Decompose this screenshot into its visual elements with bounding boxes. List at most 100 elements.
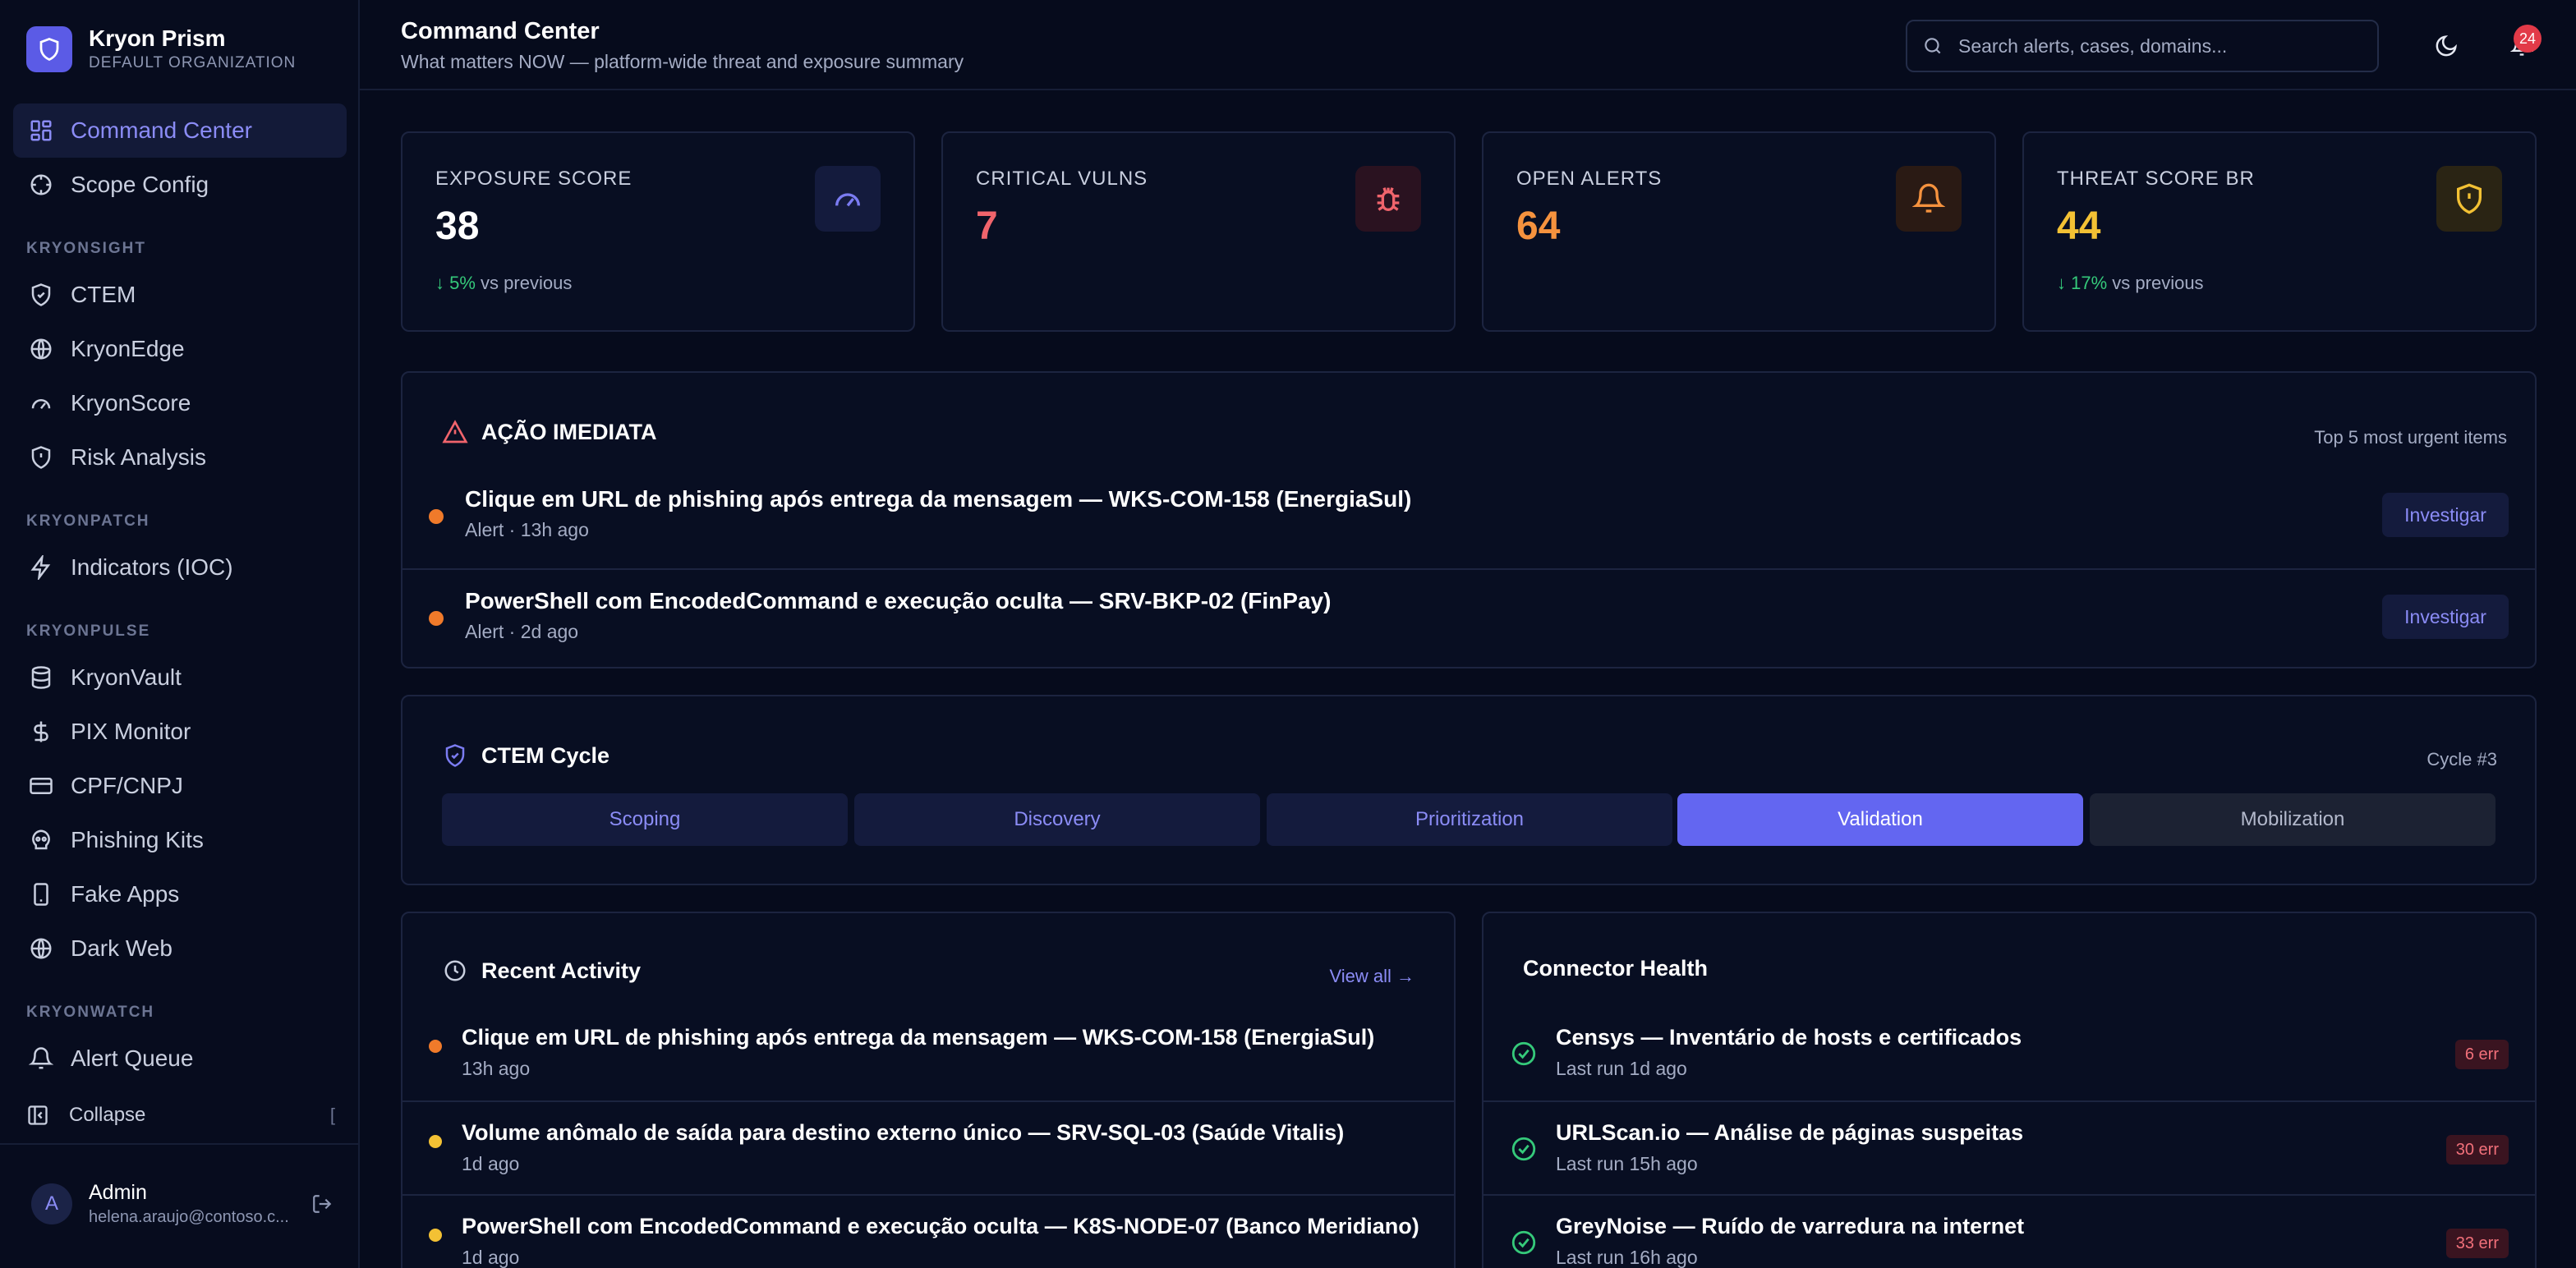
activity-item[interactable]: PowerShell com EncodedCommand e execução… bbox=[402, 1194, 1454, 1268]
topbar: Command Center What matters NOW — platfo… bbox=[360, 0, 2576, 90]
severity-dot bbox=[429, 1135, 442, 1148]
dollar-icon bbox=[26, 717, 56, 747]
kpi-label: THREAT SCORE BR bbox=[2057, 168, 2255, 190]
sidebar-item-label: Indicators (IOC) bbox=[71, 554, 233, 580]
activity-title: Recent Activity bbox=[440, 956, 641, 985]
page-subtitle: What matters NOW — platform-wide threat … bbox=[401, 51, 964, 72]
panel-collapse-icon bbox=[26, 1102, 53, 1128]
sidebar-item-fake-apps[interactable]: Fake Apps bbox=[13, 867, 347, 921]
grid-icon bbox=[26, 116, 56, 145]
kpi-card-threat-score[interactable]: THREAT SCORE BR 44 ↓ 17% vs previous bbox=[2022, 131, 2537, 332]
main-content: Command Center What matters NOW — platfo… bbox=[360, 0, 2576, 1268]
globe-icon bbox=[26, 334, 56, 364]
sidebar-item-dark-web[interactable]: Dark Web bbox=[13, 921, 347, 976]
activity-item-time: 13h ago bbox=[462, 1058, 531, 1079]
phase-discovery[interactable]: Discovery bbox=[854, 793, 1260, 846]
sidebar-item-scope-config[interactable]: Scope Config bbox=[13, 158, 347, 212]
list-item[interactable]: PowerShell com EncodedCommand e execução… bbox=[402, 568, 2535, 668]
connector-title: Connector Health bbox=[1523, 956, 1709, 981]
urgent-subtitle: Top 5 most urgent items bbox=[2314, 427, 2507, 448]
bell-icon bbox=[26, 1044, 56, 1073]
activity-item[interactable]: Volume anômalo de saída para destino ext… bbox=[402, 1100, 1454, 1194]
kpi-card-open-alerts[interactable]: OPEN ALERTS 64 bbox=[1482, 131, 1996, 332]
user-profile: A Admin helena.araujo@contoso.c... bbox=[31, 1179, 335, 1229]
connector-last-run: Last run 15h ago bbox=[1556, 1153, 1698, 1174]
connector-item[interactable]: URLScan.io — Análise de páginas suspeita… bbox=[1484, 1100, 2535, 1194]
connector-item[interactable]: GreyNoise — Ruído de varredura na intern… bbox=[1484, 1194, 2535, 1268]
sidebar-item-risk-analysis[interactable]: Risk Analysis bbox=[13, 430, 347, 485]
connector-health-card: Connector Health Censys — Inventário de … bbox=[1482, 912, 2537, 1268]
alert-triangle-icon bbox=[440, 417, 470, 447]
collapse-button[interactable]: Collapse [ bbox=[26, 1099, 335, 1132]
sidebar-item-kryonscore[interactable]: KryonScore bbox=[13, 376, 347, 430]
severity-dot bbox=[429, 1040, 442, 1053]
phase-validation[interactable]: Validation bbox=[1677, 793, 2083, 846]
bug-icon bbox=[1355, 166, 1421, 232]
kpi-card-exposure[interactable]: EXPOSURE SCORE 38 ↓ 5% vs previous bbox=[401, 131, 915, 332]
activity-item-title: Volume anômalo de saída para destino ext… bbox=[462, 1120, 1345, 1145]
sidebar-item-label: KryonEdge bbox=[71, 336, 185, 361]
sidebar-item-kryonvault[interactable]: KryonVault bbox=[13, 650, 347, 705]
sidebar-item-label: Command Center bbox=[71, 117, 252, 143]
sidebar-item-label: Risk Analysis bbox=[71, 444, 206, 470]
shield-check-icon bbox=[26, 280, 56, 310]
sidebar-item-kryonedge[interactable]: KryonEdge bbox=[13, 322, 347, 376]
connector-last-run: Last run 16h ago bbox=[1556, 1247, 1698, 1268]
urgent-actions-card: AÇÃO IMEDIATA Top 5 most urgent items Cl… bbox=[401, 371, 2537, 668]
severity-dot bbox=[429, 1229, 442, 1242]
moon-icon[interactable] bbox=[2430, 30, 2463, 62]
bell-icon bbox=[1896, 166, 1962, 232]
collapse-label: Collapse bbox=[69, 1104, 146, 1126]
organization-name: DEFAULT ORGANIZATION bbox=[89, 54, 297, 71]
connector-item[interactable]: Censys — Inventário de hosts e certifica… bbox=[1484, 1007, 2535, 1100]
sidebar-item-phishing-kits[interactable]: Phishing Kits bbox=[13, 813, 347, 867]
kpi-delta: ↓ 5% vs previous bbox=[435, 273, 572, 294]
sidebar-item-label: Fake Apps bbox=[71, 881, 180, 907]
gauge-icon bbox=[815, 166, 881, 232]
logout-icon[interactable] bbox=[309, 1191, 335, 1217]
phase-mobilization[interactable]: Mobilization bbox=[2090, 793, 2496, 846]
check-circle-icon bbox=[1511, 1230, 1536, 1255]
sidebar-item-pix-monitor[interactable]: PIX Monitor bbox=[13, 705, 347, 759]
recent-activity-card: Recent Activity View all → Clique em URL… bbox=[401, 912, 1456, 1268]
investigate-button[interactable]: Investigar bbox=[2382, 595, 2509, 639]
clock-icon bbox=[440, 956, 470, 985]
kpi-value: 38 bbox=[435, 204, 480, 248]
cycle-number: Cycle #3 bbox=[2426, 749, 2497, 770]
delta-value: ↓ 17% bbox=[2057, 273, 2108, 293]
sidebar-item-command-center[interactable]: Command Center bbox=[13, 103, 347, 158]
list-item[interactable]: Clique em URL de phishing após entrega d… bbox=[402, 468, 2535, 568]
shield-alert-icon bbox=[2436, 166, 2502, 232]
section-kryonpatch: KRYONPATCH bbox=[26, 512, 150, 530]
error-badge: 30 err bbox=[2445, 1135, 2509, 1165]
connector-name: Censys — Inventário de hosts e certifica… bbox=[1556, 1025, 2022, 1050]
search-box bbox=[1906, 20, 2379, 72]
sidebar-item-label: CTEM bbox=[71, 282, 136, 307]
search-icon bbox=[1922, 34, 1947, 58]
error-badge: 33 err bbox=[2445, 1229, 2509, 1258]
view-all-link[interactable]: View all → bbox=[1329, 966, 1414, 987]
urgent-item-meta: Alert · 13h ago bbox=[465, 519, 589, 540]
gauge-icon bbox=[26, 388, 56, 418]
activity-item-title: Clique em URL de phishing após entrega d… bbox=[462, 1025, 1375, 1050]
card-icon bbox=[26, 771, 56, 801]
kpi-value: 44 bbox=[2057, 204, 2101, 248]
sidebar-item-cpf-cnpj[interactable]: CPF/CNPJ bbox=[13, 759, 347, 813]
check-circle-icon bbox=[1511, 1137, 1536, 1161]
connector-last-run: Last run 1d ago bbox=[1556, 1058, 1687, 1079]
user-name: Admin bbox=[89, 1181, 147, 1204]
sidebar-item-ctem[interactable]: CTEM bbox=[13, 268, 347, 322]
kpi-card-critical-vulns[interactable]: CRITICAL VULNS 7 bbox=[941, 131, 1456, 332]
investigate-button[interactable]: Investigar bbox=[2382, 493, 2509, 537]
sidebar-item-alert-queue[interactable]: Alert Queue bbox=[13, 1031, 347, 1086]
avatar[interactable]: A bbox=[31, 1183, 72, 1224]
phase-scoping[interactable]: Scoping bbox=[442, 793, 848, 846]
search-input[interactable] bbox=[1958, 23, 2377, 69]
activity-item[interactable]: Clique em URL de phishing após entrega d… bbox=[402, 1007, 1454, 1100]
section-kryonsight: KRYONSIGHT bbox=[26, 240, 146, 257]
sidebar-item-label: KryonScore bbox=[71, 390, 191, 416]
delta-value: ↓ 5% bbox=[435, 273, 476, 293]
globe-icon bbox=[26, 934, 56, 963]
sidebar-item-indicators[interactable]: Indicators (IOC) bbox=[13, 540, 347, 595]
phase-prioritization[interactable]: Prioritization bbox=[1267, 793, 1672, 846]
